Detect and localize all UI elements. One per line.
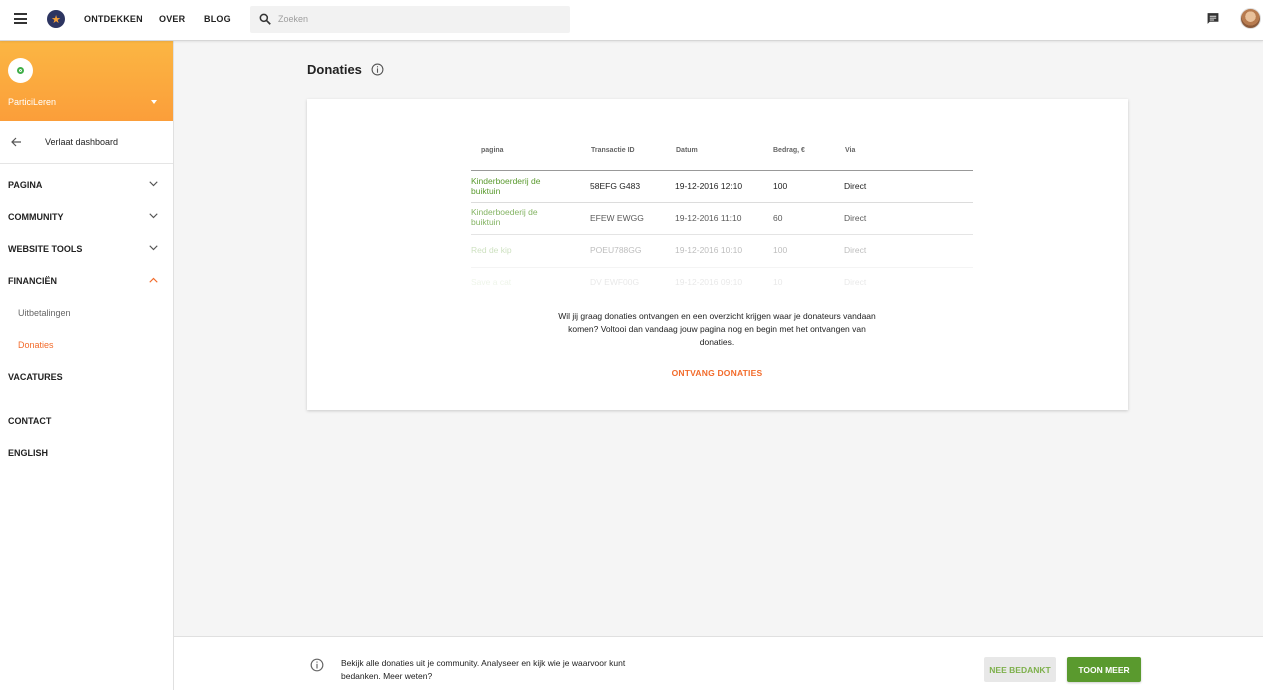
info-icon[interactable] (371, 63, 384, 76)
info-banner: Bekijk alle donaties uit je community. A… (174, 636, 1263, 690)
sidebar-item-financien[interactable]: FINANCIËN (0, 269, 173, 293)
sidebar-item-pagina[interactable]: PAGINA (0, 173, 173, 197)
sidebar-item-label: FINANCIËN (8, 276, 57, 286)
page-title: Donaties (307, 62, 362, 77)
column-header: Transactie ID (591, 147, 635, 154)
sidebar-item-label: CONTACT (8, 416, 52, 426)
chevron-down-icon (149, 181, 158, 187)
sidebar-subitem-uitbetalingen[interactable]: Uitbetalingen (0, 302, 173, 324)
page-link[interactable]: Save a cat (471, 277, 566, 287)
show-more-button[interactable]: TOON MEER (1067, 657, 1141, 682)
amount: 10 (773, 277, 783, 287)
sidebar-item-label: ENGLISH (8, 448, 49, 458)
page-link[interactable]: Kinderboerderij de buiktuin (471, 176, 566, 196)
chevron-down-icon (149, 245, 158, 251)
receive-donations-button[interactable]: ONTVANG DONATIES (617, 368, 817, 378)
column-header: Via (845, 147, 856, 154)
nav-blog[interactable]: BLOG (204, 14, 231, 24)
transaction-id: POEU788GG (590, 245, 642, 255)
nav-ontdekken[interactable]: ONTDEKKEN (84, 14, 143, 24)
via: Direct (844, 245, 867, 255)
empty-state-message: Wil jij graag donaties ontvangen en een … (558, 311, 876, 347)
org-logo (8, 58, 33, 83)
via: Direct (844, 181, 867, 191)
via: Direct (844, 213, 867, 223)
sidebar-item-vacatures[interactable]: VACATURES (0, 365, 173, 389)
table-row[interactable]: Kinderboederij de buiktuin EFEW EWGG 19-… (471, 202, 973, 235)
no-thanks-button[interactable]: NEE BEDANKT (984, 657, 1056, 682)
table-row[interactable]: Kinderboerderij de buiktuin 58EFG G483 1… (471, 170, 973, 203)
amount: 100 (773, 245, 788, 255)
leave-dashboard[interactable]: Verlaat dashboard (0, 121, 173, 164)
transaction-id: 58EFG G483 (590, 181, 641, 191)
search-bar (250, 6, 570, 33)
donations-card: pagina Transactie ID Datum Bedrag, € Via… (307, 99, 1128, 410)
date: 19-12-2016 12:10 (675, 181, 743, 191)
page-link[interactable]: Red de kip (471, 245, 566, 255)
top-bar: ★ ONTDEKKEN OVER BLOG (0, 0, 1263, 41)
date: 19-12-2016 10:10 (675, 245, 743, 255)
column-header: Datum (676, 147, 698, 154)
search-icon[interactable] (258, 12, 272, 26)
sidebar-item-label: Uitbetalingen (18, 308, 71, 318)
sidebar-item-website-tools[interactable]: WEBSITE TOOLS (0, 237, 173, 261)
via: Direct (844, 277, 867, 287)
arrow-back-icon (11, 137, 21, 147)
sidebar-subitem-donaties[interactable]: Donaties (0, 334, 173, 356)
sidebar-item-label: PAGINA (8, 180, 43, 190)
chevron-down-icon (149, 213, 158, 219)
column-header: Bedrag, € (773, 147, 805, 154)
menu-icon[interactable] (14, 13, 27, 24)
nav-over[interactable]: OVER (159, 14, 185, 24)
chat-icon[interactable] (1206, 12, 1220, 25)
sidebar-item-label: WEBSITE TOOLS (8, 244, 83, 254)
amount: 100 (773, 181, 788, 191)
sidebar-item-community[interactable]: COMMUNITY (0, 205, 173, 229)
date: 19-12-2016 09:10 (675, 277, 743, 287)
transaction-id: EFEW EWGG (590, 213, 644, 223)
sidebar-item-label: VACATURES (8, 372, 63, 382)
sidebar-item-contact[interactable]: CONTACT (0, 409, 173, 433)
column-header: pagina (481, 147, 504, 154)
chevron-up-icon (149, 277, 158, 283)
table-row[interactable]: Save a cat DV EWF00G 19-12-2016 09:10 10… (471, 267, 973, 300)
site-logo[interactable]: ★ (47, 10, 65, 28)
date: 19-12-2016 11:10 (675, 213, 742, 223)
table-row[interactable]: Red de kip POEU788GG 19-12-2016 10:10 10… (471, 235, 973, 268)
sidebar-item-english[interactable]: ENGLISH (0, 441, 173, 465)
org-name: ParticiLeren (8, 97, 57, 107)
transaction-id: DV EWF00G (590, 277, 640, 287)
caret-down-icon[interactable] (151, 100, 157, 104)
search-input[interactable] (278, 9, 558, 29)
banner-text: Bekijk alle donaties uit je community. A… (341, 658, 626, 681)
leave-dashboard-label: Verlaat dashboard (45, 137, 119, 147)
org-header[interactable]: ParticiLeren (0, 41, 173, 121)
sidebar-item-label: COMMUNITY (8, 212, 64, 222)
amount: 60 (773, 213, 783, 223)
avatar[interactable] (1240, 8, 1261, 29)
page-link[interactable]: Kinderboederij de buiktuin (471, 207, 566, 227)
sidebar: ParticiLeren Verlaat dashboard PAGINA CO… (0, 41, 174, 690)
info-icon (310, 658, 324, 672)
sidebar-item-label: Donaties (18, 340, 54, 350)
